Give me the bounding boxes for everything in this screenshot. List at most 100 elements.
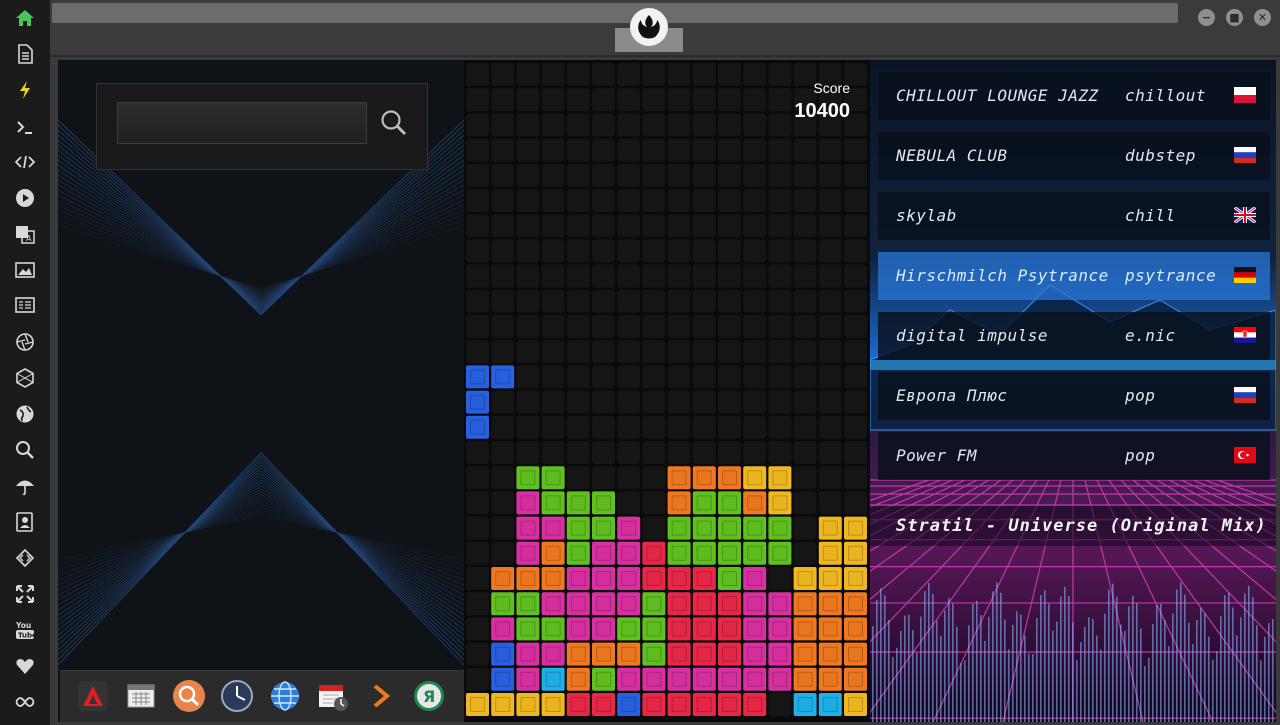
- image-icon[interactable]: [10, 259, 40, 281]
- empty-cell: [566, 390, 590, 414]
- code-icon[interactable]: [10, 151, 40, 173]
- empty-cell: [768, 340, 792, 364]
- station-row[interactable]: Европа Плюс pop: [878, 372, 1270, 420]
- empty-cell: [466, 592, 489, 616]
- calendar-clock-icon[interactable]: [316, 679, 350, 713]
- empty-cell: [743, 239, 767, 263]
- tetris-board[interactable]: [464, 60, 870, 722]
- calendar-grid-icon[interactable]: [124, 679, 158, 713]
- empty-cell: [793, 138, 817, 162]
- empty-cell: [818, 390, 842, 414]
- search-input[interactable]: [117, 102, 367, 144]
- station-genre: chill: [1125, 206, 1176, 225]
- empty-cell: [667, 264, 691, 288]
- empty-cell: [667, 390, 691, 414]
- diamond-code-icon[interactable]: [10, 547, 40, 569]
- document-icon[interactable]: [10, 43, 40, 65]
- empty-cell: [793, 415, 817, 439]
- empty-cell: [718, 289, 741, 313]
- block-cell: [818, 693, 842, 716]
- empty-cell: [768, 415, 792, 439]
- empty-cell: [566, 113, 590, 137]
- empty-cell: [718, 340, 741, 364]
- app-a-icon[interactable]: [76, 679, 110, 713]
- empty-cell: [743, 214, 767, 238]
- translate-icon[interactable]: A: [10, 223, 40, 245]
- block-cell: [541, 491, 565, 515]
- block-cell: [692, 491, 716, 515]
- hexagon-icon[interactable]: [10, 367, 40, 389]
- station-row[interactable]: Hirschmilch Psytrance psytrance: [878, 252, 1270, 300]
- block-cell: [617, 567, 641, 590]
- rebel-alliance-icon[interactable]: [630, 8, 668, 46]
- station-row[interactable]: Power FM pop: [878, 432, 1270, 480]
- clock-icon[interactable]: [220, 679, 254, 713]
- home-icon[interactable]: [10, 7, 40, 29]
- empty-cell: [818, 214, 842, 238]
- turkey-flag-icon: [1234, 447, 1256, 463]
- globe-icon[interactable]: [10, 403, 40, 425]
- empty-cell: [491, 214, 515, 238]
- station-row[interactable]: CHILLOUT LOUNGE JAZZ chillout: [878, 72, 1270, 120]
- station-row[interactable]: digital impulse e.nic: [878, 312, 1270, 360]
- block-cell: [743, 516, 767, 540]
- station-genre: e.nic: [1125, 326, 1176, 345]
- empty-cell: [491, 189, 515, 212]
- empty-cell: [491, 88, 515, 112]
- empty-cell: [566, 214, 590, 238]
- search-button[interactable]: [377, 106, 411, 140]
- infinity-icon[interactable]: [10, 691, 40, 713]
- maximize-button[interactable]: ■: [1226, 9, 1243, 26]
- block-cell: [667, 667, 691, 691]
- station-row[interactable]: NEBULA CLUB dubstep: [878, 132, 1270, 180]
- search-icon[interactable]: [10, 439, 40, 461]
- empty-cell: [541, 365, 565, 389]
- block-cell: [844, 617, 867, 641]
- empty-cell: [793, 340, 817, 364]
- minimize-button[interactable]: −: [1198, 9, 1215, 26]
- empty-cell: [516, 441, 540, 464]
- empty-cell: [617, 88, 641, 112]
- tab-strip[interactable]: [52, 3, 1178, 23]
- heart-icon[interactable]: [10, 655, 40, 677]
- empty-cell: [844, 138, 867, 162]
- tetris-game[interactable]: Score 10400: [464, 60, 870, 722]
- empty-cell: [667, 340, 691, 364]
- station-name: CHILLOUT LOUNGE JAZZ: [896, 86, 1099, 105]
- yandex-icon[interactable]: Я: [412, 679, 446, 713]
- terminal-icon[interactable]: [10, 116, 40, 138]
- empty-cell: [617, 214, 641, 238]
- empty-cell: [692, 113, 716, 137]
- empty-cell: [667, 163, 691, 187]
- empty-cell: [566, 88, 590, 112]
- fullscreen-icon[interactable]: [10, 583, 40, 605]
- globe-app-icon[interactable]: [268, 679, 302, 713]
- contacts-icon[interactable]: [10, 511, 40, 533]
- block-cell: [541, 667, 565, 691]
- empty-cell: [692, 315, 716, 338]
- block-cell: [844, 567, 867, 590]
- empty-cell: [743, 138, 767, 162]
- block-cell: [818, 567, 842, 590]
- block-cell: [592, 667, 615, 691]
- bolt-icon[interactable]: [10, 79, 40, 101]
- empty-cell: [491, 466, 515, 490]
- empty-cell: [466, 315, 489, 338]
- news-icon[interactable]: [10, 294, 40, 316]
- empty-cell: [566, 315, 590, 338]
- block-cell: [768, 642, 792, 666]
- block-cell: [667, 491, 691, 515]
- empty-cell: [718, 63, 741, 86]
- close-button[interactable]: ✕: [1254, 9, 1271, 26]
- play-icon[interactable]: [10, 187, 40, 209]
- aperture-icon[interactable]: [10, 331, 40, 353]
- arrow-right-icon[interactable]: [364, 679, 398, 713]
- block-cell: [844, 592, 867, 616]
- magnifier-app-icon[interactable]: [172, 679, 206, 713]
- empty-cell: [491, 516, 515, 540]
- umbrella-icon[interactable]: [10, 475, 40, 497]
- empty-cell: [692, 189, 716, 212]
- station-row[interactable]: skylab chill: [878, 192, 1270, 240]
- svg-text:A: A: [26, 234, 32, 243]
- youtube-icon[interactable]: You Tube: [10, 619, 40, 641]
